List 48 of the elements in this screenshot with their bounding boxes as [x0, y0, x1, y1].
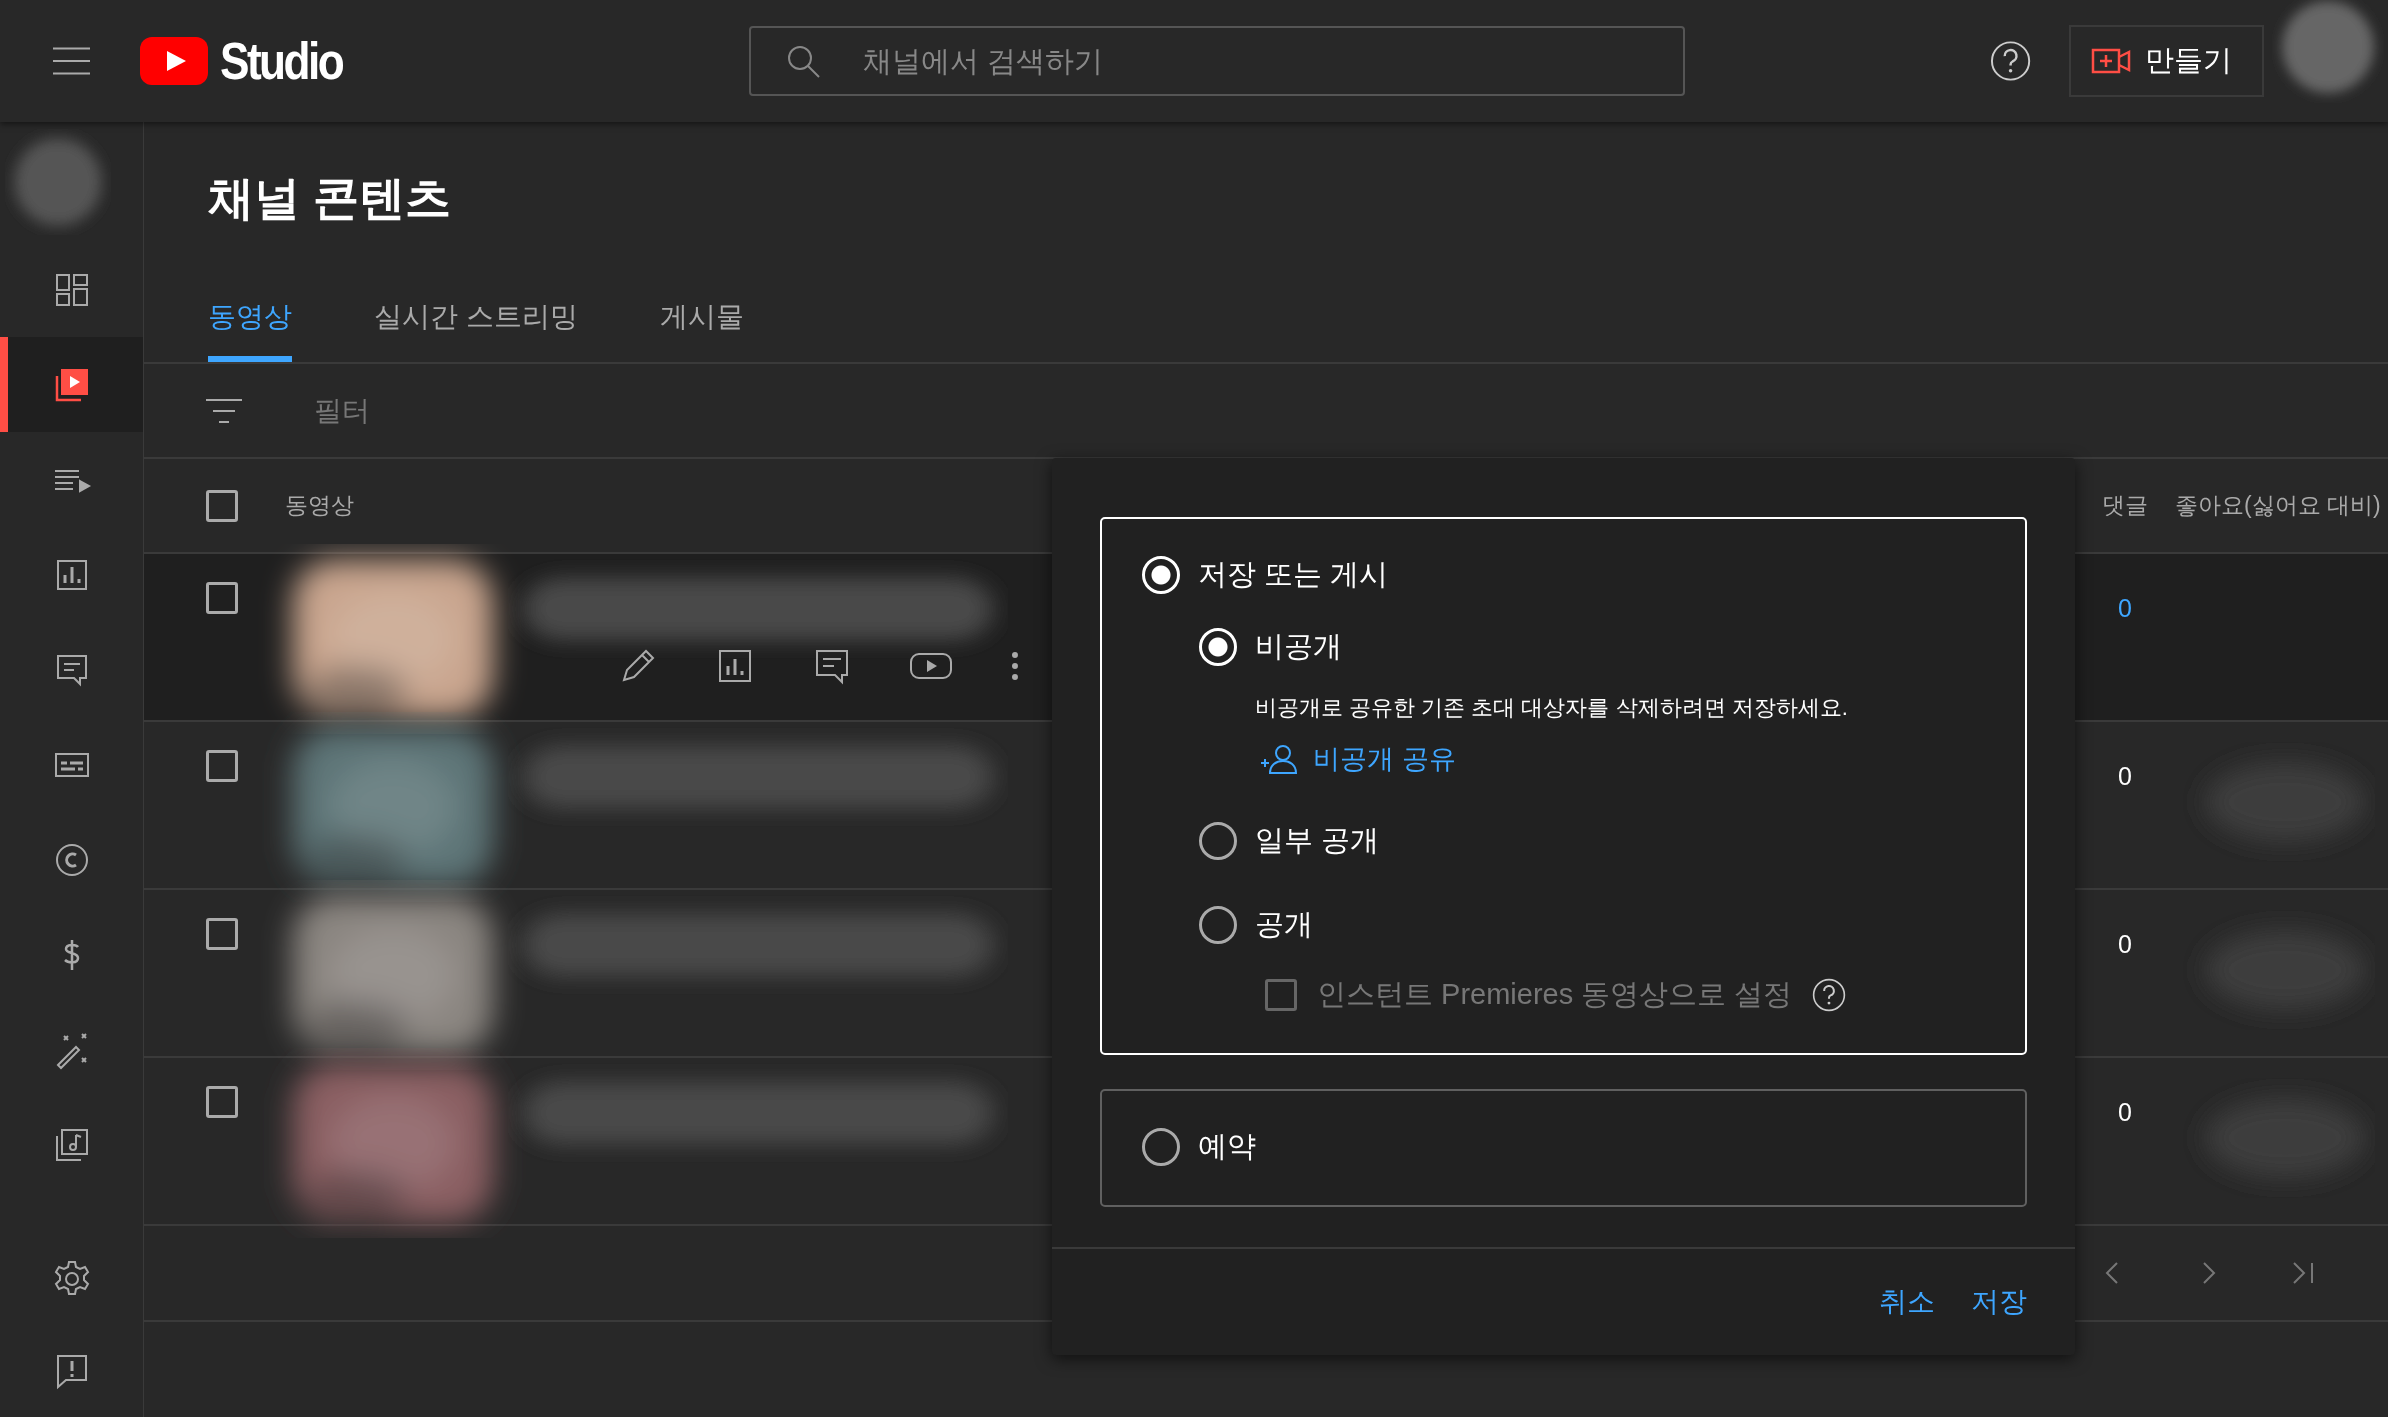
checkbox[interactable]	[206, 489, 238, 522]
option-label: 비공개	[1255, 629, 1342, 664]
play-logo-icon	[140, 37, 209, 85]
play-icon[interactable]	[909, 650, 953, 682]
menu-icon[interactable]	[53, 47, 91, 75]
option-label: 일부 공개	[1255, 823, 1380, 858]
tab[interactable]: 실시간 스트리밍	[374, 272, 578, 362]
comment-count[interactable]: 0	[2118, 594, 2132, 622]
sidebar-item[interactable]	[0, 337, 143, 432]
option-card[interactable]: 예약	[1100, 1089, 2027, 1207]
option-label: 공개	[1255, 907, 1313, 942]
option-label: 저장 또는 게시	[1198, 557, 1389, 592]
radio-option[interactable]: 예약	[1142, 1127, 2025, 1167]
help-icon[interactable]	[1989, 40, 2031, 82]
comment-count: 0	[2118, 930, 2132, 958]
column-header: 동영상	[285, 491, 355, 520]
radio-option[interactable]: 비공개	[1199, 627, 2025, 667]
share-link[interactable]: 비공개 공유	[1259, 741, 1456, 777]
page-title: 채널 콘텐츠	[208, 171, 452, 226]
add-person-icon	[1259, 743, 1299, 775]
option-label: 예약	[1198, 1129, 1256, 1164]
tab[interactable]: 동영상	[208, 272, 292, 362]
column-header[interactable]: 좋아요(싫어요 대비)	[2175, 490, 2388, 521]
tab[interactable]: 게시물	[659, 272, 744, 362]
comment-count: 0	[2118, 1098, 2132, 1126]
create-button[interactable]: 만들기	[2069, 25, 2264, 97]
video-add-icon	[2091, 46, 2131, 76]
checkbox[interactable]	[206, 1086, 238, 1118]
radio-button[interactable]	[1199, 822, 1237, 860]
radio-option[interactable]: 저장 또는 게시	[1142, 555, 2025, 595]
radio-button[interactable]	[1199, 906, 1237, 944]
checkbox-label: 인스턴트 Premieres 동영상으로 설정	[1317, 977, 1793, 1012]
search-field[interactable]: 채널에서 검색하기	[749, 26, 1685, 96]
search-icon	[785, 43, 821, 79]
checkbox[interactable]	[206, 750, 238, 782]
save-button[interactable]: 저장	[1967, 1279, 2031, 1325]
filter-field[interactable]: 필터	[312, 393, 616, 428]
column-header[interactable]: 댓글	[2075, 490, 2175, 521]
radio-option[interactable]: 일부 공개	[1199, 821, 2025, 861]
app-name: Studio	[220, 31, 343, 91]
checkbox[interactable]	[206, 918, 238, 950]
comment-count: 0	[2118, 762, 2132, 790]
cancel-button[interactable]: 취소	[1875, 1279, 1939, 1325]
radio-option[interactable]: 공개	[1199, 905, 2025, 945]
radio-button[interactable]	[1142, 1128, 1180, 1166]
checkbox[interactable]	[206, 582, 238, 614]
option-note: 비공개로 공유한 기존 초대 대상자를 삭제하려면 저장하세요.	[1255, 694, 1849, 722]
filter-icon[interactable]	[206, 397, 242, 424]
